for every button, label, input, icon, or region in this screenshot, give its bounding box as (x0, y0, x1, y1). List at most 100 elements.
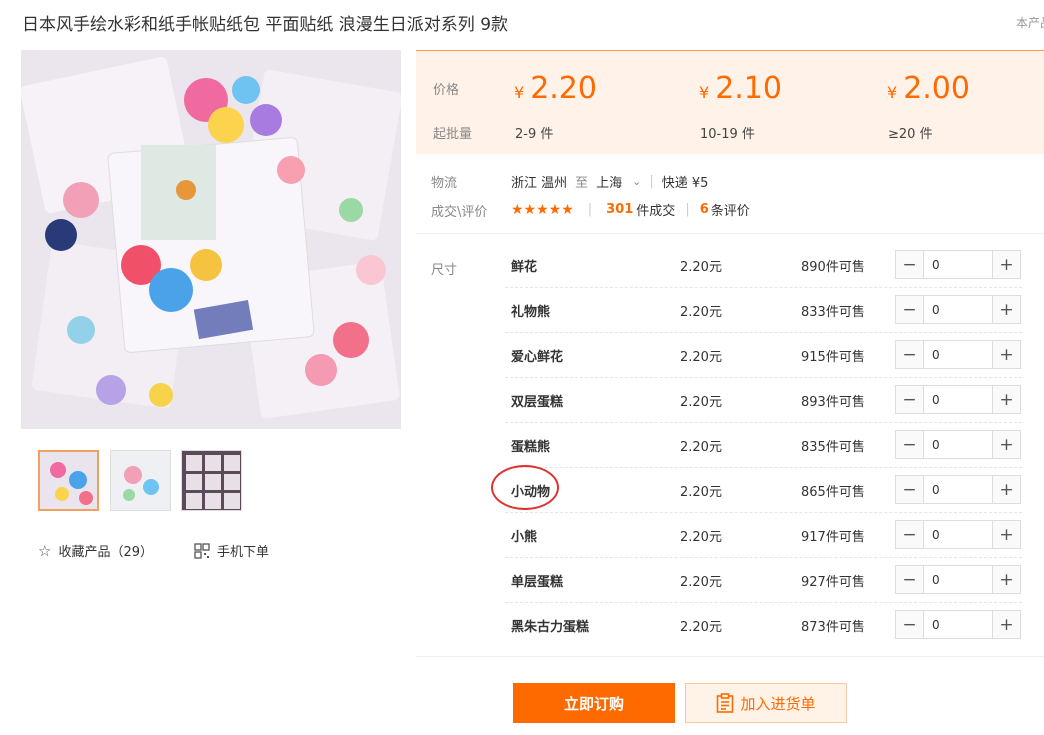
qr-code-icon (194, 542, 210, 559)
sku-price: 2.20元 (680, 350, 722, 365)
quantity-stepper: − + (895, 520, 1021, 549)
sold-count[interactable]: 301 (606, 202, 633, 217)
moq-label: 起批量 (433, 127, 473, 142)
minus-button[interactable]: − (896, 296, 923, 323)
plus-button[interactable]: + (993, 431, 1020, 458)
add-to-cart-button[interactable]: 加入进货单 (685, 683, 847, 723)
quantity-input[interactable] (923, 566, 993, 593)
quantity-input[interactable] (923, 251, 993, 278)
sku-stock: 917件可售 (801, 530, 865, 545)
sku-row: 礼物熊 2.20元 833件可售 − + (505, 288, 1022, 333)
quantity-input[interactable] (923, 386, 993, 413)
quantity-stepper: − + (895, 340, 1021, 369)
logistics-section: 物流 浙江 温州 至 上海 ⌄ | 快递 ¥5 成交\评价 ★★★★★ | 30… (416, 154, 1044, 234)
plus-button[interactable]: + (993, 566, 1020, 593)
sku-stock: 873件可售 (801, 620, 865, 635)
sku-name: 小熊 (511, 530, 538, 545)
thumbnail-image (40, 452, 97, 509)
qty-range-2: 10-19 件 (700, 127, 755, 142)
sku-row: 爱心鲜花 2.20元 915件可售 − + (505, 333, 1022, 378)
plus-button[interactable]: + (993, 341, 1020, 368)
review-suffix: 条评价 (710, 204, 750, 219)
annotation-circle (491, 465, 559, 510)
sku-stock: 833件可售 (801, 305, 865, 320)
review-count[interactable]: 6 (700, 202, 709, 217)
plus-button[interactable]: + (993, 521, 1020, 548)
thumbnail-3[interactable] (181, 450, 242, 511)
destination-value: 上海 (596, 176, 623, 191)
sku-price: 2.20元 (680, 620, 722, 635)
sku-row: 蛋糕熊 2.20元 835件可售 − + (505, 423, 1022, 468)
sold-suffix: 件成交 (636, 204, 676, 219)
quantity-stepper: − + (895, 385, 1021, 414)
plus-button[interactable]: + (993, 476, 1020, 503)
quantity-stepper: − + (895, 250, 1021, 279)
plus-button[interactable]: + (993, 296, 1020, 323)
rating-stars: ★★★★★ (511, 201, 574, 218)
shipping-fee: 快递 ¥5 (661, 176, 709, 191)
buy-now-button[interactable]: 立即订购 (513, 683, 675, 723)
currency-symbol: ¥ (699, 83, 710, 102)
favorite-button[interactable]: ☆ 收藏产品（29） (38, 541, 153, 561)
qty-range-3: ≥20 件 (888, 127, 933, 142)
clipboard-icon (717, 693, 734, 713)
quantity-stepper: − + (895, 565, 1021, 594)
minus-button[interactable]: − (896, 251, 923, 278)
thumbnail-image (182, 451, 241, 510)
sku-stock: 835件可售 (801, 440, 865, 455)
price-value: 2.20 (530, 71, 597, 106)
minus-button[interactable]: − (896, 566, 923, 593)
quantity-input[interactable] (923, 341, 993, 368)
price-value: 2.00 (903, 71, 970, 106)
deals-label: 成交\评价 (431, 205, 488, 220)
sku-stock: 865件可售 (801, 485, 865, 500)
plus-button[interactable]: + (993, 611, 1020, 638)
main-product-image[interactable] (21, 50, 401, 429)
minus-button[interactable]: − (896, 431, 923, 458)
destination-select[interactable]: 上海 ⌄ (596, 172, 641, 191)
qty-range-1: 2-9 件 (515, 127, 554, 142)
minus-button[interactable]: − (896, 386, 923, 413)
thumbnail-1[interactable] (38, 450, 99, 511)
divider-line (416, 656, 1044, 657)
quantity-stepper: − + (895, 430, 1021, 459)
quantity-stepper: − + (895, 610, 1021, 639)
sku-row: 黑朱古力蛋糕 2.20元 873件可售 − + (505, 603, 1022, 648)
sku-price: 2.20元 (680, 440, 722, 455)
sku-name: 双层蛋糕 (511, 395, 564, 410)
sku-row: 单层蛋糕 2.20元 927件可售 − + (505, 558, 1022, 603)
quantity-input[interactable] (923, 521, 993, 548)
mobile-order-label: 手机下单 (217, 545, 270, 560)
product-title: 日本风手绘水彩和纸手帐贴纸包 平面贴纸 浪漫生日派对系列 9款 (22, 15, 509, 35)
mobile-order-button[interactable]: 手机下单 (194, 541, 269, 560)
sku-row: 鲜花 2.20元 890件可售 − + (505, 243, 1022, 288)
minus-button[interactable]: − (896, 521, 923, 548)
price-label: 价格 (433, 83, 460, 98)
plus-button[interactable]: + (993, 251, 1020, 278)
sku-stock: 890件可售 (801, 260, 865, 275)
minus-button[interactable]: − (896, 476, 923, 503)
sku-price: 2.20元 (680, 530, 722, 545)
currency-symbol: ¥ (887, 83, 898, 102)
ship-from: 浙江 温州 (511, 176, 568, 191)
logistics-row: 浙江 温州 至 上海 ⌄ | 快递 ¥5 (511, 172, 708, 191)
favorite-label: 收藏产品（29） (58, 545, 153, 560)
minus-button[interactable]: − (896, 341, 923, 368)
sku-price: 2.20元 (680, 485, 722, 500)
thumbnail-2[interactable] (110, 450, 171, 511)
quantity-stepper: − + (895, 475, 1021, 504)
quantity-input[interactable] (923, 476, 993, 503)
quantity-input[interactable] (923, 611, 993, 638)
minus-button[interactable]: − (896, 611, 923, 638)
sku-label: 尺寸 (431, 263, 458, 278)
quantity-input[interactable] (923, 296, 993, 323)
quantity-input[interactable] (923, 431, 993, 458)
add-to-cart-label: 加入进货单 (740, 694, 816, 713)
sku-price: 2.20元 (680, 260, 722, 275)
currency-symbol: ¥ (514, 83, 525, 102)
thumbnail-image (111, 451, 170, 510)
sku-name: 鲜花 (511, 260, 538, 275)
plus-button[interactable]: + (993, 386, 1020, 413)
notice-text: 本产品 (1016, 16, 1044, 30)
logistics-label: 物流 (431, 176, 458, 191)
